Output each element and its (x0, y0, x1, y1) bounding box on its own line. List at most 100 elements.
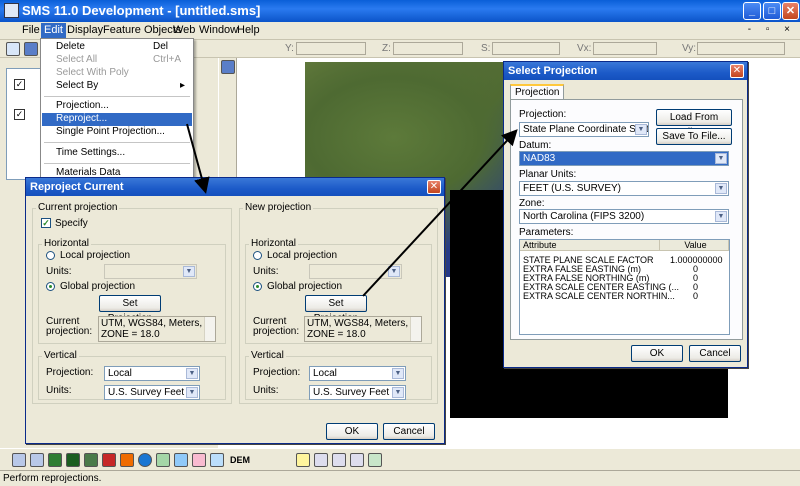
global-projection-radio[interactable] (46, 282, 55, 291)
select-value: U.S. Survey Feet (313, 387, 390, 398)
select-value: FEET (U.S. SURVEY) (523, 183, 621, 194)
vy-field (697, 42, 785, 55)
y-field (296, 42, 366, 55)
projection-label: Projection: (253, 367, 301, 378)
tree-checkbox[interactable]: ✓ (14, 79, 25, 90)
ok-button[interactable]: OK (631, 345, 683, 362)
datum-select[interactable]: NAD83 ▼ (519, 151, 729, 166)
chevron-down-icon: ▼ (392, 387, 404, 398)
load-from-file-button[interactable]: Load From File... (656, 109, 732, 138)
projection-select[interactable]: State Plane Coordinate System ▼ (519, 122, 649, 137)
menu-item-delete[interactable]: Delete Del (42, 41, 192, 54)
param-value[interactable]: 0 (693, 291, 698, 301)
dem-label[interactable]: DEM (230, 455, 250, 465)
menu-edit[interactable]: Edit (41, 23, 66, 39)
maximize-button[interactable]: □ (763, 2, 781, 20)
minimize-button[interactable]: _ (743, 2, 761, 20)
select-node-icon[interactable] (350, 453, 364, 467)
column-header-attribute[interactable]: Attribute (520, 240, 660, 251)
save-to-file-button[interactable]: Save To File... (656, 128, 732, 145)
select-value: State Plane Coordinate System (523, 124, 649, 135)
set-projection-button[interactable]: Set Projection (99, 295, 161, 324)
new-icon[interactable] (6, 42, 20, 56)
current-projection-text: UTM, WGS84, Meters, ZONE = 18.0 (98, 316, 216, 342)
extract-data-icon[interactable] (368, 453, 382, 467)
y-label: Y: (285, 43, 294, 54)
tree-checkbox[interactable]: ✓ (14, 109, 25, 120)
menu-display[interactable]: Display (67, 24, 103, 36)
current-projection-value: UTM, WGS84, Meters, ZONE = 18.0 (307, 318, 409, 340)
z-field (393, 42, 463, 55)
menu-feature-objects[interactable]: Feature Objects (103, 24, 181, 36)
scatter-module-icon[interactable] (48, 453, 62, 467)
menu-item-projection[interactable]: Projection... (42, 100, 192, 113)
local-projection-radio[interactable] (253, 251, 262, 260)
zone-select[interactable]: North Carolina (FIPS 3200) ▼ (519, 209, 729, 224)
select-vertex-icon[interactable] (314, 453, 328, 467)
grid-module-icon[interactable] (30, 453, 44, 467)
mesh-module-icon[interactable] (12, 453, 26, 467)
cartesian-grid-icon[interactable] (66, 453, 80, 467)
parameters-table[interactable]: Attribute Value STATE PLANE SCALE FACTOR… (519, 239, 730, 335)
save-icon[interactable] (24, 42, 38, 56)
web-module-icon[interactable] (138, 453, 152, 467)
project-explorer: ✓ ✓ (6, 68, 42, 180)
chevron-down-icon: ▼ (186, 368, 198, 379)
menu-item-time-settings[interactable]: Time Settings... (42, 147, 192, 160)
hand-tool-icon[interactable] (296, 453, 310, 467)
vertical-projection-select[interactable]: Local ▼ (104, 366, 200, 381)
scrollbar[interactable] (410, 317, 421, 341)
current-projection-label: Current projection: (253, 316, 300, 337)
cancel-button[interactable]: Cancel (689, 345, 741, 362)
raster-module-icon[interactable] (84, 453, 98, 467)
chevron-down-icon: ▼ (388, 266, 400, 277)
units-select[interactable]: ▼ (309, 264, 402, 279)
set-projection-button[interactable]: Set Projection (305, 295, 367, 324)
reproject-current-dialog: Reproject Current ✕ Current projection ✓… (25, 177, 445, 444)
group-label: Current projection (36, 202, 120, 213)
select-tool-icon[interactable] (221, 60, 235, 74)
units-select[interactable]: ▼ (104, 264, 197, 279)
menu-help[interactable]: Help (237, 24, 260, 36)
group-label: Vertical (42, 350, 79, 361)
ok-button[interactable]: OK (326, 423, 378, 440)
tab-projection[interactable]: Projection (510, 84, 565, 99)
dialog-close-button[interactable]: ✕ (427, 180, 441, 194)
curvilinear-grid-icon[interactable] (174, 453, 188, 467)
select-element-icon[interactable] (332, 453, 346, 467)
close-button[interactable]: ✕ (782, 2, 799, 20)
local-projection-radio[interactable] (46, 251, 55, 260)
map-module-icon[interactable] (156, 453, 170, 467)
menu-web[interactable]: Web (173, 24, 195, 36)
menu-item-label: Time Settings... (56, 147, 126, 158)
scrollbar[interactable] (204, 317, 215, 341)
status-text: Perform reprojections. (3, 473, 102, 484)
annotation-module-icon[interactable] (192, 453, 206, 467)
group-label: Horizontal (42, 238, 92, 249)
radio-label: Global projection (267, 281, 343, 292)
vx-label: Vx: (577, 43, 592, 54)
vertical-units-select[interactable]: U.S. Survey Feet ▼ (104, 385, 200, 400)
dialog-close-button[interactable]: ✕ (730, 64, 744, 78)
menu-file[interactable]: File (22, 24, 40, 36)
vertical-projection-select[interactable]: Local ▼ (309, 366, 406, 381)
menu-item-label: Single Point Projection... (56, 126, 165, 137)
select-value: Local (108, 368, 132, 379)
particle-module-icon[interactable] (102, 453, 116, 467)
column-header-value[interactable]: Value (660, 240, 729, 251)
specify-checkbox[interactable]: ✓ (41, 218, 51, 228)
tin-module-icon[interactable] (210, 453, 224, 467)
menu-item-select-by[interactable]: Select By ▸ (42, 80, 192, 93)
datum-label: Datum: (519, 140, 552, 151)
zone-label: Zone: (519, 198, 545, 209)
vertical-units-select[interactable]: U.S. Survey Feet ▼ (309, 385, 406, 400)
cancel-button[interactable]: Cancel (383, 423, 435, 440)
current-projection-value: UTM, WGS84, Meters, ZONE = 18.0 (101, 318, 203, 340)
menu-window[interactable]: Window (199, 24, 238, 36)
menu-item-reproject[interactable]: Reproject... (42, 113, 192, 126)
mdi-window-controls[interactable]: - ▫ × (748, 24, 796, 35)
menu-item-single-point-projection[interactable]: Single Point Projection... (42, 126, 192, 139)
global-projection-radio[interactable] (253, 282, 262, 291)
gis-module-icon[interactable] (120, 453, 134, 467)
planar-units-select[interactable]: FEET (U.S. SURVEY) ▼ (519, 181, 729, 196)
